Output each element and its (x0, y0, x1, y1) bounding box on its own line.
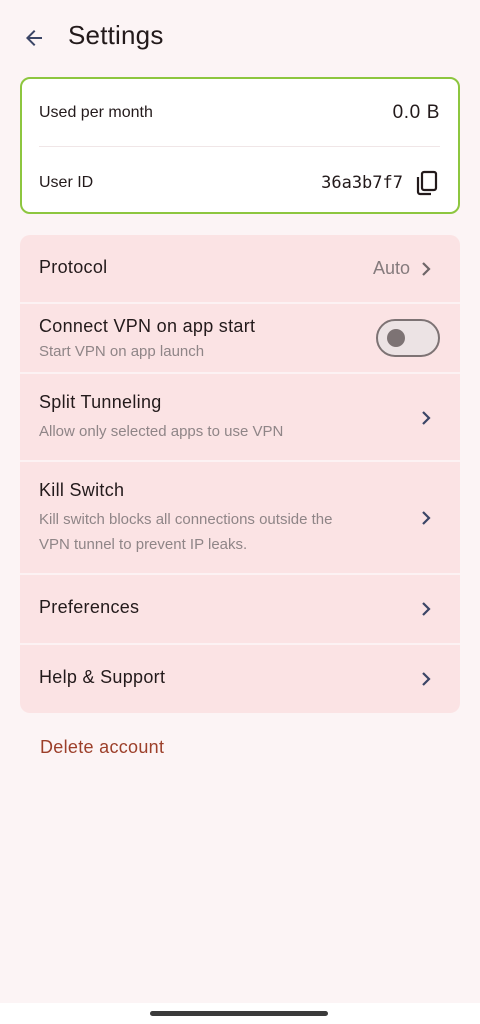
help-support-item[interactable]: Help & Support (20, 645, 460, 713)
page-title: Settings (68, 20, 164, 50)
arrow-back-icon (26, 30, 42, 46)
copy-user-id-button[interactable] (414, 169, 440, 197)
split-tunneling-item[interactable]: Split Tunneling Allow only selected apps… (20, 374, 460, 460)
user-id-value: 36a3b7f7 (321, 173, 403, 193)
split-tunneling-title: Split Tunneling (39, 392, 162, 412)
connect-on-start-subtitle: Start VPN on app launch (39, 343, 205, 360)
usage-row: Used per month 0.0 B (39, 99, 440, 127)
usage-value: 0.0 B (392, 102, 440, 123)
toggle-knob (387, 329, 405, 347)
kill-switch-subtitle-line2: VPN tunnel to prevent IP leaks. (39, 536, 248, 553)
user-id-row: User ID 36a3b7f7 (39, 169, 440, 197)
back-button[interactable] (14, 18, 54, 58)
kill-switch-subtitle-line1: Kill switch blocks all connections outsi… (39, 511, 333, 528)
chevron-right-icon (422, 602, 431, 616)
preferences-title: Preferences (39, 597, 140, 617)
preferences-item[interactable]: Preferences (20, 575, 460, 643)
home-indicator[interactable] (150, 1011, 328, 1016)
delete-account-button[interactable]: Delete account (40, 737, 164, 758)
account-info-card: Used per month 0.0 B User ID 36a3b7f7 (20, 77, 460, 214)
connect-on-start-toggle[interactable] (376, 319, 440, 357)
split-tunneling-subtitle: Allow only selected apps to use VPN (39, 423, 284, 440)
chevron-right-icon (422, 672, 431, 686)
user-id-value-group: 36a3b7f7 (321, 169, 440, 197)
protocol-value: Auto (372, 258, 410, 278)
help-support-title: Help & Support (39, 667, 166, 687)
usage-label: Used per month (39, 104, 153, 121)
connect-on-start-title: Connect VPN on app start (39, 316, 256, 336)
user-id-label: User ID (39, 174, 94, 191)
top-app-bar: Settings (0, 0, 480, 76)
chevron-right-icon (422, 411, 431, 425)
copy-icon (416, 170, 438, 196)
chevron-right-icon (422, 511, 431, 525)
protocol-item[interactable]: Protocol Auto (20, 235, 460, 302)
kill-switch-item[interactable]: Kill Switch Kill switch blocks all conne… (20, 462, 460, 573)
kill-switch-title: Kill Switch (39, 480, 125, 500)
settings-list: Protocol Auto Connect VPN on app start S… (20, 235, 460, 713)
divider (39, 146, 440, 147)
settings-screen: Settings Used per month 0.0 B User ID 36… (0, 0, 480, 1024)
chevron-right-icon (422, 262, 431, 276)
protocol-title: Protocol (39, 257, 108, 277)
